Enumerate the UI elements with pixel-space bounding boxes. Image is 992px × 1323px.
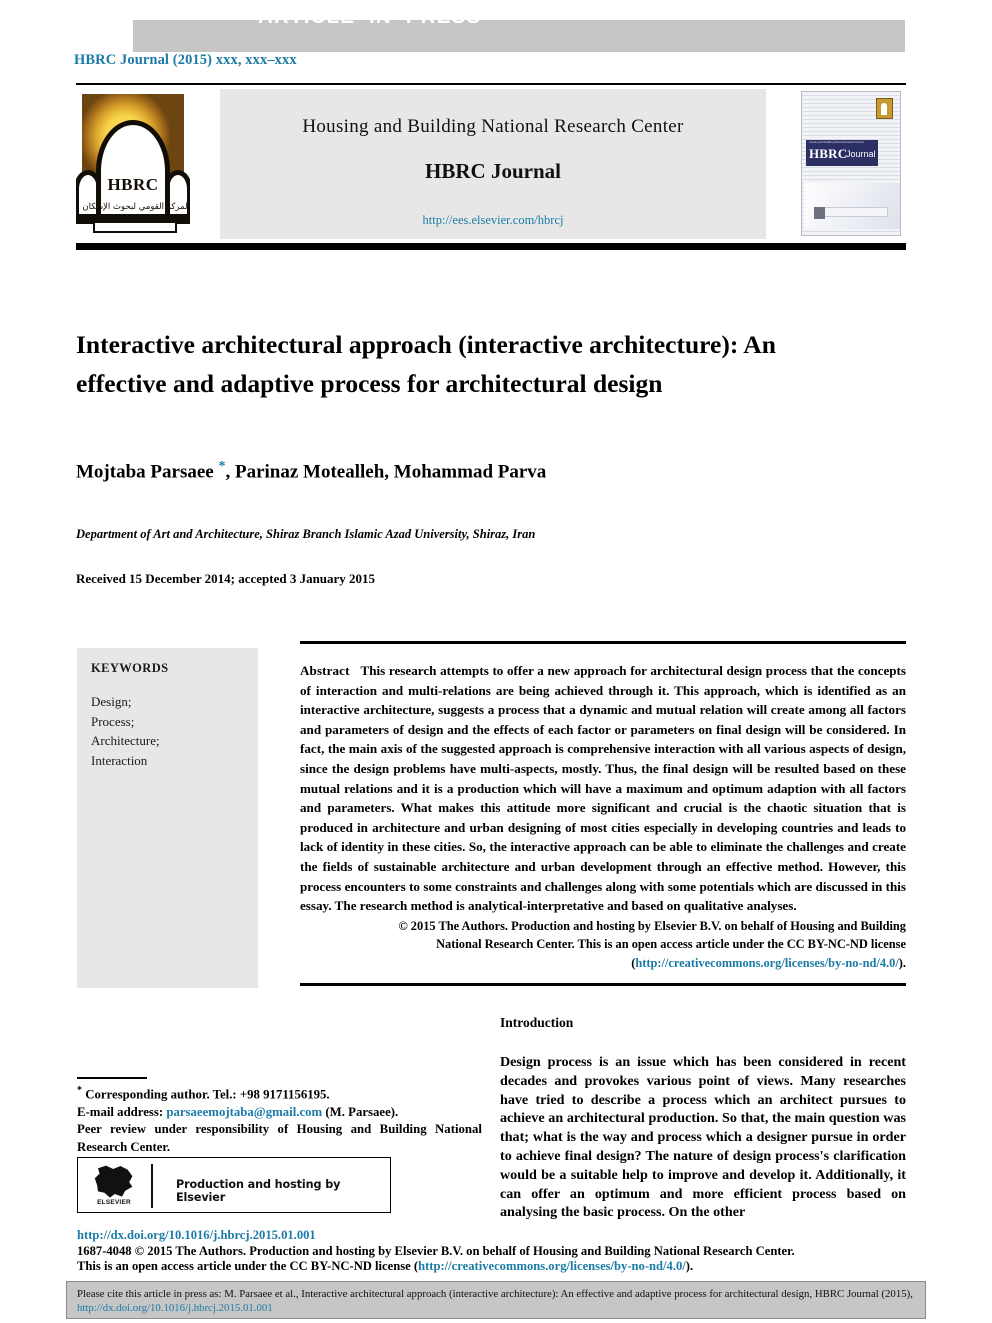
legal-line-2-post: ). [685,1259,694,1274]
logo-acronym: HBRC [107,175,159,194]
keywords-list: Design; Process; Architecture; Interacti… [91,694,160,768]
cover-title-bold: HBRC [809,146,848,161]
legal-line-2: This is an open access article under the… [77,1259,907,1275]
asterisk-marker: * [77,1085,82,1096]
abstract-label: Abstract [300,663,350,678]
introduction-heading: Introduction [500,1015,574,1030]
article-history: Received 15 December 2014; accepted 3 Ja… [76,571,376,586]
corresponding-author-note: * Corresponding author. Tel.: +98 917115… [77,1082,482,1104]
abstract-text: This research attempts to offer a new ap… [300,663,906,914]
email-label: E-mail address: [77,1104,164,1119]
submission-url-link[interactable]: http://ees.elsevier.com/hbrcj [220,213,766,228]
doi-link[interactable]: http://dx.doi.org/10.1016/j.hbrcj.2015.0… [77,1228,907,1244]
logo-arabic-caption: المركز القومي لبحوث الإسكان والبناء [76,202,190,212]
journal-name: HBRC Journal [425,159,561,183]
legal-block: http://dx.doi.org/10.1016/j.hbrcj.2015.0… [77,1228,907,1275]
elsevier-wordmark: ELSEVIER [97,1199,131,1206]
abstract-block: Abstract This research attempts to offer… [300,661,906,916]
cite-text: Please cite this article in press as: M.… [77,1288,917,1315]
cover-title-band: Housing and Building National Research C… [806,140,878,166]
cover-caption-strip [824,207,888,217]
publisher-organization: Housing and Building National Research C… [302,116,684,137]
legal-line-2-pre: This is an open access article under the… [77,1259,419,1274]
masthead: HBRC المركز القومي لبحوث الإسكان والبناء… [76,89,906,239]
cover-photo-area [804,183,900,229]
masthead-top-rule [76,83,906,85]
abstract-top-rule [300,641,906,644]
journal-cover-thumbnail: Housing and Building National Research C… [798,89,906,239]
masthead-bottom-rule [76,243,906,250]
elsevier-production-text: Production and hosting by Elsevier [176,1178,341,1204]
corresponding-author-text: Corresponding author. Tel.: +98 91711561… [85,1087,330,1102]
footnote-block: * Corresponding author. Tel.: +98 917115… [77,1082,482,1157]
keywords-heading: KEYWORDS [91,661,169,675]
authors-rest: , Parinaz Motealleh, Mohammad Parva [225,461,547,483]
cite-line-2-pre: design, HBRC Journal (2015), [781,1288,913,1300]
legal-cc-link[interactable]: http://creativecommons.org/licenses/by-n… [418,1259,686,1273]
logo-base-bar [79,214,187,223]
hbrc-logo-icon: HBRC المركز القومي لبحوث الإسكان والبناء [76,89,190,239]
cover-emblem-icon [876,98,893,119]
peer-review-note: Peer review under responsibility of Hous… [77,1122,482,1155]
abstract-bottom-rule [300,983,906,986]
elsevier-logo-icon: ELSEVIER [92,1163,136,1209]
abstract-copyright: © 2015 The Authors. Production and hosti… [300,917,906,972]
cc-license-link[interactable]: http://creativecommons.org/licenses/by-n… [635,956,898,970]
introduction-text: Design process is an issue which has bee… [500,1054,906,1221]
logo-pedestal [93,223,177,233]
elsevier-box-divider [151,1164,153,1208]
cite-doi-link[interactable]: http://dx.doi.org/10.1016/j.hbrcj.2015.0… [77,1302,273,1314]
cover-title-light: Journal [846,149,876,159]
author-list: Mojtaba Parsaee *, Parinaz Motealleh, Mo… [76,459,906,483]
email-owner: (M. Parsaee). [325,1104,399,1119]
cite-this-article-box: Please cite this article in press as: M.… [66,1281,926,1319]
cover-page-body: Housing and Building National Research C… [801,91,901,236]
journal-citation-line: HBRC Journal (2015) xxx, xxx–xxx [74,52,297,68]
cover-photo-block [814,207,825,219]
article-in-press-label: ARTICLE IN PRESS [258,5,482,28]
legal-line-1: 1687-4048 © 2015 The Authors. Production… [77,1243,795,1258]
elsevier-production-box: ELSEVIER Production and hosting by Elsev… [77,1157,391,1213]
cite-line-1: Please cite this article in press as: M.… [77,1288,779,1300]
masthead-center-panel: Housing and Building National Research C… [220,89,766,239]
article-first-page: ARTICLE IN PRESS HBRC Journal (2015) xxx… [0,0,992,1323]
page-title: Interactive architectural approach (inte… [76,330,776,399]
author-affiliation: Department of Art and Architecture, Shir… [76,527,536,541]
cover-small-masthead: Housing and Building National Research C… [809,141,865,144]
email-link[interactable]: parsaeemojtaba@gmail.com [166,1105,322,1119]
author-first: Mojtaba Parsaee [76,461,219,483]
article-in-press-banner [133,20,905,52]
footnote-separator-rule [77,1077,147,1079]
email-note: E-mail address: parsaeemojtaba@gmail.com… [77,1104,482,1122]
elsevier-tree-glyph [94,1165,133,1198]
copyright-line-1: © 2015 The Authors. Production and hosti… [398,919,906,933]
copyright-line-2-post: ). [898,955,906,970]
keywords-panel: KEYWORDS Design; Process; Architecture; … [77,648,258,988]
